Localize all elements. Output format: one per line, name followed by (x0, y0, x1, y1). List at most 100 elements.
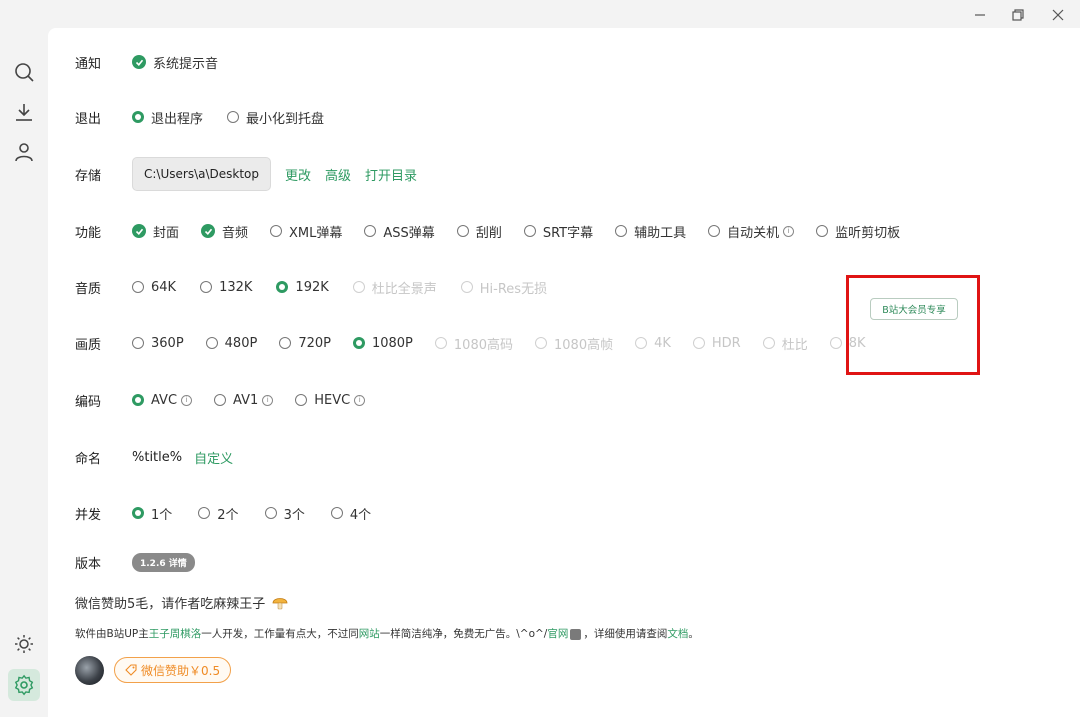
feature-shutdown-checkbox[interactable]: 自动关机 i (708, 222, 795, 241)
concurrency-label: 并发 (75, 507, 102, 523)
minimize-tray-radio[interactable]: 最小化到托盘 (227, 108, 324, 127)
author-link[interactable]: 王子周棋洛 (149, 628, 202, 640)
audio-64k-radio[interactable]: 64K (132, 280, 176, 295)
info-icon[interactable]: i (783, 225, 795, 237)
unchecked-icon (364, 225, 377, 237)
codec-hevc-radio[interactable]: HEVC i (295, 393, 366, 408)
exit-program-radio[interactable]: 退出程序 (132, 108, 203, 127)
close-button[interactable] (1038, 4, 1078, 26)
search-icon (15, 63, 34, 82)
option-label: 4个 (349, 507, 372, 523)
video-720p-radio[interactable]: 720P (279, 336, 331, 351)
concurrency-4-radio[interactable]: 4个 (330, 504, 372, 523)
docs-link[interactable]: 文档 (667, 628, 688, 640)
concurrency-1-radio[interactable]: 1个 (132, 504, 172, 523)
option-label: 4K (654, 335, 671, 351)
open-folder-link[interactable]: 打开目录 (365, 165, 417, 184)
feature-audio-checkbox[interactable]: 音频 (201, 222, 248, 241)
naming-row: 命名 %title% 自定义 (75, 443, 1080, 471)
checkmark-icon (201, 224, 216, 238)
codec-row: 编码 AVC i AV1 i HEVC i (75, 386, 1080, 414)
exit-label: 退出 (75, 111, 102, 127)
info-icon[interactable]: i (181, 394, 193, 406)
radio-icon (227, 111, 240, 123)
codec-av1-radio[interactable]: AV1 i (214, 392, 274, 408)
radio-icon (214, 394, 227, 406)
radio-selected-icon (276, 281, 289, 293)
codec-avc-radio[interactable]: AVC i (132, 393, 193, 408)
checkmark-icon (132, 55, 146, 69)
option-label: 3个 (283, 507, 305, 523)
wechat-donate-button[interactable]: 微信赞助￥0.5 (114, 657, 232, 683)
radio-icon (198, 507, 211, 519)
advanced-link[interactable]: 高级 (325, 165, 351, 184)
radio-icon (535, 337, 547, 349)
radio-icon (205, 337, 218, 349)
storage-path-field[interactable]: C:\Users\a\Desktop (132, 157, 271, 191)
radio-icon (460, 281, 473, 293)
system-sound-checkbox[interactable]: 系统提示音 (132, 53, 218, 72)
desc-text: 。 (688, 628, 699, 640)
option-label: 480P (224, 335, 258, 351)
storage-label: 存储 (75, 168, 102, 184)
radio-icon (200, 281, 213, 293)
sidebar-item-user[interactable] (8, 136, 40, 168)
version-badge[interactable]: 1.2.6 详情 (132, 552, 195, 572)
change-path-link[interactable]: 更改 (285, 165, 311, 184)
feature-tools-checkbox[interactable]: 辅助工具 (615, 222, 686, 241)
audio-132k-radio[interactable]: 132K (200, 280, 252, 295)
features-row: 功能 封面 音频 XML弹幕 ASS弹幕 刮削 SRT字幕 辅助工具 自动关机 i… (75, 217, 1080, 245)
feature-srt-checkbox[interactable]: SRT字幕 (523, 222, 593, 241)
title-bar (0, 0, 1080, 28)
option-label: 192K (295, 279, 329, 295)
option-label: HDR (711, 335, 741, 351)
feature-clipboard-checkbox[interactable]: 监听剪切板 (816, 222, 900, 241)
sidebar-item-download[interactable] (8, 96, 40, 128)
feature-cover-checkbox[interactable]: 封面 (132, 222, 179, 241)
option-label: 杜比 (781, 337, 808, 353)
concurrency-2-radio[interactable]: 2个 (198, 504, 239, 523)
info-icon[interactable]: i (262, 394, 274, 406)
audio-192k-radio[interactable]: 192K (276, 279, 329, 295)
option-label: 自动关机 (727, 225, 780, 241)
option-label: 720P (298, 335, 331, 351)
feature-xml-checkbox[interactable]: XML弹幕 (270, 222, 342, 241)
concurrency-3-radio[interactable]: 3个 (264, 504, 305, 523)
radio-icon (132, 281, 144, 293)
audio-dolby-radio: 杜比全景声 (352, 278, 437, 297)
website-link[interactable]: 网站 (359, 628, 380, 640)
option-label: 360P (151, 335, 184, 351)
video-8k-radio: 8K (829, 336, 866, 351)
author-avatar[interactable] (75, 656, 104, 685)
naming-template: %title% (132, 449, 183, 465)
customize-naming-link[interactable]: 自定义 (194, 448, 233, 467)
option-label: 2个 (217, 507, 239, 523)
sponsor-text: 微信赞助5毛，请作者吃麻辣王子 (75, 597, 266, 612)
desc-text: 一人开发，工作量有点大，不过同 (201, 628, 359, 640)
audio-quality-label: 音质 (75, 281, 102, 297)
storage-row: 存储 C:\Users\a\Desktop 更改 高级 打开目录 (75, 157, 1080, 191)
minimize-button[interactable] (960, 4, 1000, 26)
sidebar-item-theme[interactable] (8, 628, 40, 660)
sidebar-item-search[interactable] (8, 56, 40, 88)
option-label: 132K (219, 279, 253, 295)
option-label: 1个 (151, 507, 173, 523)
option-label: 刮削 (475, 225, 502, 241)
donate-label: 微信赞助￥0.5 (141, 663, 221, 678)
option-label: 系统提示音 (153, 56, 219, 72)
video-360p-radio[interactable]: 360P (132, 336, 184, 351)
video-1080p-radio[interactable]: 1080P (352, 336, 413, 351)
minimize-icon (975, 14, 985, 16)
feature-scrape-checkbox[interactable]: 刮削 (456, 222, 502, 241)
video-480p-radio[interactable]: 480P (205, 335, 258, 351)
sponsor-line: 微信赞助5毛，请作者吃麻辣王子 (75, 593, 288, 614)
desc-text: 软件由B站UP主 (75, 628, 149, 640)
feature-ass-checkbox[interactable]: ASS弹幕 (364, 222, 435, 241)
radio-icon (132, 337, 144, 349)
restore-button[interactable] (998, 4, 1038, 26)
option-label: AV1 (233, 392, 259, 408)
sidebar-item-settings[interactable] (8, 669, 40, 701)
official-site-link[interactable]: 官网 (547, 628, 568, 640)
audio-hires-radio: Hi-Res无损 (460, 278, 547, 297)
info-icon[interactable]: i (354, 394, 366, 406)
